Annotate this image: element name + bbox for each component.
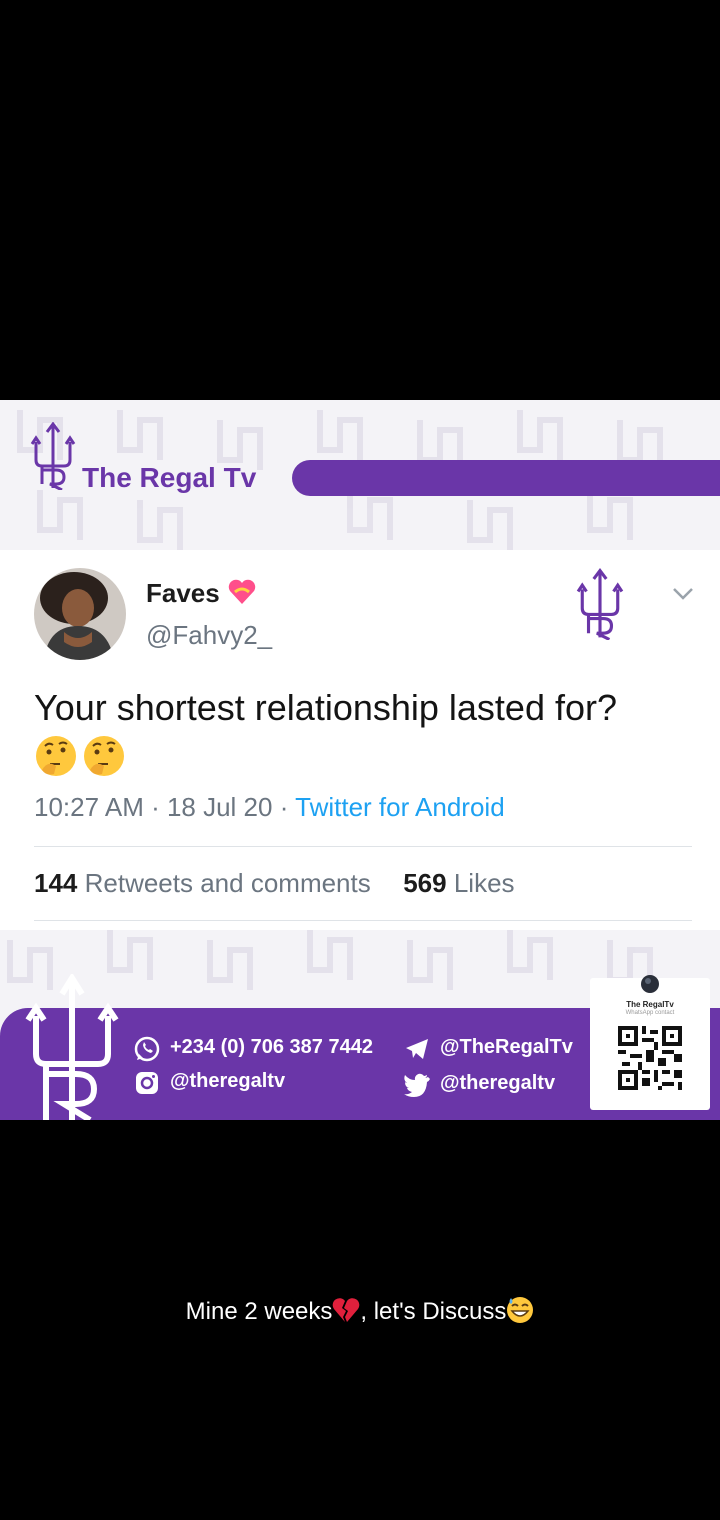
avatar-photo-icon — [34, 568, 126, 660]
display-name[interactable]: Faves — [146, 578, 257, 609]
twitter-bird-icon — [404, 1073, 430, 1097]
retweets-stat[interactable]: 144 Retweets and comments — [34, 868, 371, 898]
qr-title: The RegalTv — [626, 1000, 674, 1009]
display-name-text: Faves — [146, 578, 220, 608]
instagram-handle[interactable]: @theregaltv — [170, 1070, 285, 1093]
brand-header: The Regal Tv — [30, 420, 720, 496]
retweets-count: 144 — [34, 868, 78, 898]
thinking-face-icon — [36, 736, 76, 776]
whatsapp-qr-card[interactable]: The RegalTv WhatsApp contact — [590, 975, 710, 1110]
likes-label: Likes — [446, 868, 515, 898]
avatar[interactable] — [34, 568, 126, 660]
regal-tv-logo-icon — [30, 422, 76, 490]
retweets-label: Retweets and comments — [77, 868, 371, 898]
qr-code-icon — [618, 1026, 682, 1090]
whatsapp-icon — [134, 1036, 160, 1062]
thinking-face-icon — [84, 736, 124, 776]
brand-name: The Regal Tv — [82, 462, 257, 493]
user-handle[interactable]: @Fahvy2_ — [146, 620, 272, 651]
tweet-stats: 144 Retweets and comments 569 Likes — [34, 868, 515, 899]
caption-text-b: , let's Discuss — [360, 1298, 507, 1325]
tweet-timestamp: 10:27 AM · 18 Jul 20 · Twitter for Andro… — [34, 792, 505, 823]
tweet-card[interactable]: Faves @Fahvy2_ Your shortest relationshi… — [0, 550, 720, 930]
divider — [34, 846, 692, 847]
profile-dot-icon — [641, 975, 659, 993]
qr-subtitle: WhatsApp contact — [625, 1010, 675, 1016]
likes-count: 569 — [403, 868, 447, 898]
caption-text-a: Mine 2 weeks — [185, 1298, 333, 1325]
likes-stat[interactable]: 569 Likes — [403, 868, 514, 898]
regal-tv-watermark-logo-icon — [576, 568, 624, 640]
phone-number[interactable]: +234 (0) 706 387 7442 — [170, 1036, 373, 1059]
grinning-sweat-icon — [507, 1297, 534, 1323]
broken-heart-icon — [333, 1298, 360, 1322]
regal-tv-post-card: The Regal Tv Faves @Fahvy2_ Your shortes… — [0, 400, 720, 1120]
heart-with-ribbon-icon — [228, 579, 256, 604]
instagram-icon — [136, 1072, 158, 1094]
tweet-emojis — [34, 734, 134, 782]
telegram-handle[interactable]: @TheRegalTv — [440, 1036, 573, 1059]
tweet-source-link[interactable]: Twitter for Android — [295, 792, 505, 822]
brand-accent-bar — [292, 460, 720, 496]
telegram-icon — [406, 1039, 428, 1059]
divider — [34, 920, 692, 921]
twitter-handle[interactable]: @theregaltv — [440, 1072, 555, 1095]
tweet-text: Your shortest relationship lasted for? — [34, 687, 618, 728]
tweet-time: 10:27 AM · 18 Jul 20 · — [34, 792, 296, 822]
regal-tv-footer-logo-icon — [25, 974, 119, 1120]
post-caption: Mine 2 weeks , let's Discuss — [0, 1296, 720, 1326]
chevron-down-icon[interactable] — [670, 584, 696, 602]
